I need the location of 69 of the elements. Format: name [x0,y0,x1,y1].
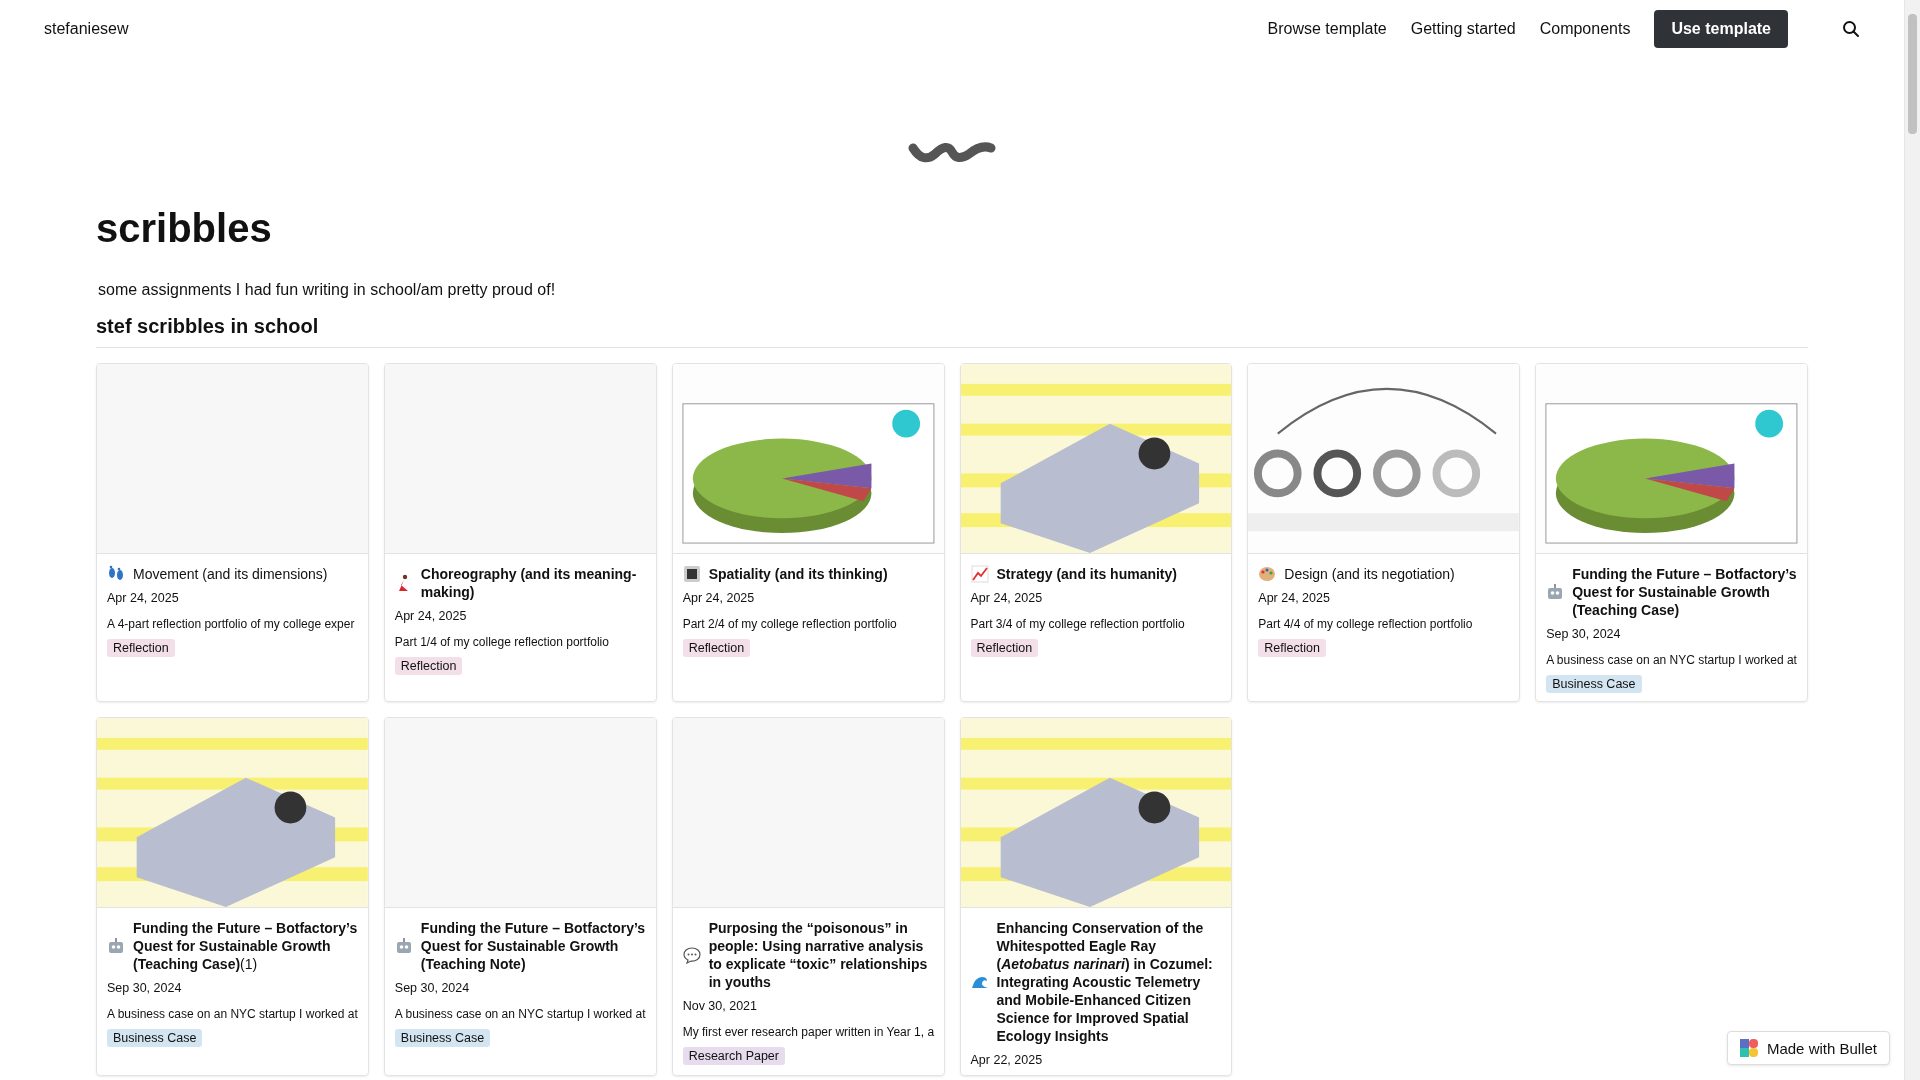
post-card[interactable]: Design (and its negotiation) Apr 24, 2025 Part 4/4 of my college reflection portfolio Reflection [1247,363,1521,702]
use-template-button[interactable]: Use template [1654,10,1788,48]
post-card[interactable]: Spatiality (and its thinking) Apr 24, 2025 Part 2/4 of my college reflection portfolio Reflection [671,363,945,702]
post-title: Funding the Future – Botfactory’s Quest for Sustainable Growth (Teaching Case)(1) [133,919,358,973]
post-description: A business case on an NYC startup I worked at [394,1007,646,1021]
post-title: Spatiality (and its thinking) [708,565,888,583]
nav-link[interactable]: Components [1539,20,1631,38]
post-card[interactable]: Funding the Future – Botfactory’s Quest for Sustainable Growth (Teaching Note) Sep 30, 2024 A business case on an NYC startup I worked at Business Case [383,717,657,1076]
post-card[interactable] [959,717,1233,1076]
category-tag: Reflection [394,657,463,675]
chart-icon [970,565,989,583]
post-card[interactable]: Purposing the “poisonous” in people: Using narrative analysis to explicate “toxic” relationships in youths Nov 30, 2021 My first ever research paper written in Year 1, a Research Paper [671,717,945,1076]
post-date: Sep 30, 2024 [1546,627,1621,641]
post-card[interactable]: Strategy (and its humanity) Apr 24, 2025 Part 3/4 of my college reflection portfolio Reflection [959,363,1233,702]
scrollbar[interactable] [1904,0,1920,1080]
category-tag: Reflection [970,639,1039,657]
search-icon[interactable] [1842,20,1860,38]
section-heading: stef scribbles in school [96,315,1808,348]
nav-link[interactable]: Browse template [1267,20,1387,38]
post-title: Enhancing Conservation of the Whitespotted Eagle Ray (Aetobatus narinari) in Cozumel: Integrating Acoustic Telemetry and Mobile-Enhanced Citizen Science for Improved Spatial Ecology Insights [996,919,1214,1045]
badge-label: Made with Bullet [1766,1039,1877,1057]
square-icon [682,565,701,583]
post-description: Part 3/4 of my college reflection portfolio [970,617,1185,631]
post-date: Apr 24, 2025 [394,609,467,623]
post-description: Part 2/4 of my college reflection portfolio [682,617,897,631]
speech-bubble-icon [682,946,701,964]
palette-icon [1258,565,1277,583]
category-tag: Business Case [107,1029,203,1047]
post-description: A business case on an NYC startup I worked at [1546,653,1797,667]
post-date: Nov 30, 2021 [682,999,757,1013]
post-date: Apr 24, 2025 [970,591,1043,605]
post-title: Funding the Future – Botfactory’s Quest for Sustainable Growth (Teaching Note) [420,919,646,973]
bullet-logo-icon [1739,1039,1758,1057]
post-title: Choreography (and its meaning-making) [420,565,638,601]
post-card[interactable]: Funding the Future – Botfactory’s Quest for Sustainable Growth (Teaching Case) Sep 30, 2024 A business case on an NYC startup I worked at Business Case [1535,363,1808,702]
post-description: My first ever research paper written in Year 1, a [682,1025,935,1039]
page-title: scribbles [96,206,273,251]
post-card[interactable]: Choreography (and its meaning-making) Apr 24, 2025 Part 1/4 of my college reflection portfolio Reflection [383,363,657,702]
post-description: A 4-part reflection portfolio of my college exper [107,617,355,631]
post-description: A business case on an NYC startup I worked at [107,1007,358,1021]
made-with-badge[interactable]: Made with Bullet [1726,1031,1890,1065]
category-tag: Reflection [1258,639,1326,657]
category-tag: Business Case [394,1029,491,1047]
nav-link[interactable]: Getting started [1410,20,1516,38]
robot-icon [1546,583,1565,601]
category-tag: Reflection [682,639,751,657]
category-tag: Reflection [107,639,175,657]
robot-icon [107,937,125,955]
post-date: Sep 30, 2024 [394,981,470,995]
post-title: Strategy (and its humanity) [996,565,1177,583]
post-date: Apr 24, 2025 [682,591,755,605]
category-tag: Research Paper [682,1047,785,1065]
category-tag: Business Case [1546,675,1642,693]
page-subtitle: some assignments I had fun writing in school/am pretty proud of! [98,281,557,299]
post-date: Apr 24, 2025 [1258,591,1330,605]
post-card[interactable]: Funding the Future – Botfactory’s Quest for Sustainable Growth (Teaching Case)(1) Sep 30, 2024 A business case on an NYC startup I worked at Business Case [96,717,369,1076]
post-description: Part 4/4 of my college reflection portfolio [1258,617,1473,631]
post-description: Part 1/4 of my college reflection portfolio [394,635,609,649]
post-date: Apr 22, 2025 [970,1053,1043,1067]
site-name[interactable]: stefaniesew [44,20,129,38]
robot-icon [394,937,413,955]
post-title: Funding the Future – Botfactory’s Quest for Sustainable Growth (Teaching Case) [1572,565,1797,619]
post-date: Apr 24, 2025 [107,591,179,605]
post-title: Purposing the “poisonous” in people: Using narrative analysis to explicate “toxic” relationships in youths [708,919,929,991]
footprints-icon [107,565,125,583]
post-title: Movement (and its dimensions) [133,565,328,583]
post-title: Design (and its negotiation) [1284,565,1455,583]
post-card[interactable]: Movement (and its dimensions) Apr 24, 2025 A 4-part reflection portfolio of my college exper Reflection [96,363,369,702]
post-date: Sep 30, 2024 [107,981,182,995]
